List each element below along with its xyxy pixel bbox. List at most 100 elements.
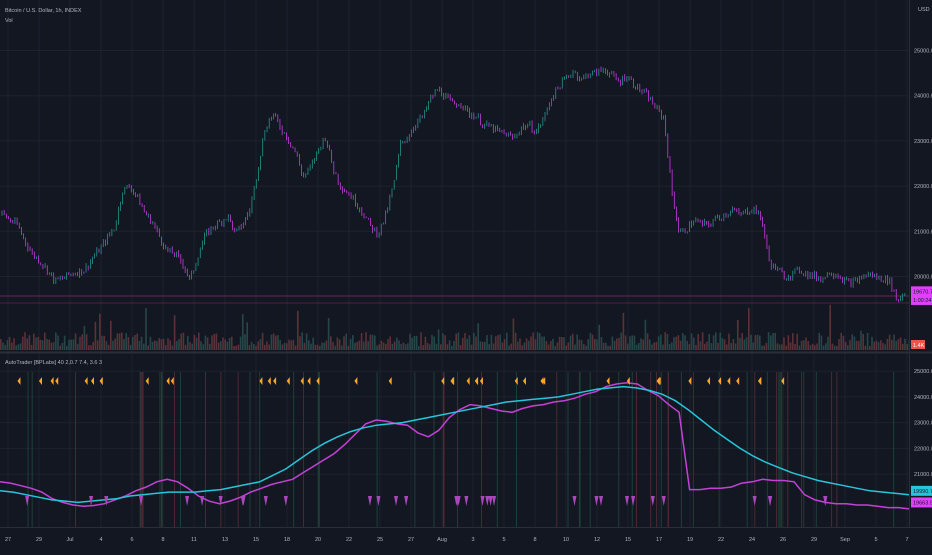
volume-bar	[539, 333, 541, 350]
volume-legend[interactable]: Vol	[5, 18, 13, 24]
volume-bar	[875, 340, 878, 350]
volume-bar	[763, 345, 765, 350]
volume-bar	[244, 334, 246, 350]
volume-bar	[750, 334, 752, 350]
volume-bar	[547, 344, 550, 350]
volume-bar	[226, 341, 229, 350]
volume-bar	[589, 332, 592, 350]
volume-bar	[759, 335, 761, 350]
volume-bar	[776, 343, 779, 350]
volume-bar	[717, 342, 719, 350]
volume-bar	[728, 333, 730, 350]
volume-bar	[651, 344, 653, 350]
volume-bar	[807, 341, 809, 350]
volume-bar	[695, 345, 697, 350]
volume-bar	[838, 339, 840, 350]
volume-bar	[730, 343, 732, 350]
time-tick-label: 5	[874, 537, 877, 543]
volume-bar	[726, 344, 728, 350]
time-tick-label: 27	[408, 537, 414, 543]
volume-bar	[756, 334, 759, 350]
volume-bar	[833, 345, 836, 350]
volume-bar	[794, 343, 796, 350]
volume-bar	[767, 332, 770, 350]
volume-bar	[781, 344, 783, 350]
volume-bar	[217, 342, 220, 350]
volume-bar	[840, 332, 842, 350]
volume-bar	[501, 342, 504, 350]
volume-bar	[708, 334, 710, 350]
volume-bar	[770, 335, 772, 350]
volume-bar	[0, 339, 2, 350]
volume-bar	[893, 334, 895, 350]
volume-bar	[374, 335, 376, 350]
volume-bar	[147, 345, 149, 350]
volume-bar	[618, 337, 620, 350]
volume-bar	[85, 334, 88, 350]
volume-bar	[169, 340, 171, 350]
volume-bar	[869, 345, 871, 350]
volume-bar	[558, 336, 561, 350]
symbol-title[interactable]: Bitcoin / U.S. Dollar, 1h, INDEX	[5, 8, 82, 14]
volume-bar	[33, 333, 35, 350]
volume-bar	[583, 344, 585, 350]
volume-bar	[556, 342, 559, 350]
volume-bar	[464, 333, 466, 350]
volume-bar	[453, 341, 455, 350]
volume-bar	[312, 337, 314, 350]
volume-bar	[200, 341, 202, 350]
volume-bar	[734, 343, 737, 350]
volume-bar	[193, 334, 196, 350]
volume-bar	[39, 339, 42, 350]
volume-bar	[360, 333, 363, 350]
volume-bar	[684, 335, 686, 350]
indicator-title[interactable]: AutoTrader [BPLabs] 40 2,0.7 7.4, 3.6 3	[5, 360, 102, 366]
volume-bar	[598, 324, 600, 350]
volume-bar	[136, 333, 138, 350]
volume-bar	[574, 344, 576, 350]
volume-bar	[811, 343, 814, 350]
volume-bar	[862, 333, 864, 350]
volume-bar	[462, 337, 464, 350]
chart-canvas[interactable]: 25000.00 24000.00 23000.00 22000.00 21000.00…	[0, 0, 932, 550]
volume-bar	[19, 343, 22, 350]
volume-bar	[290, 340, 292, 350]
volume-bar	[409, 333, 411, 350]
volume-bar	[761, 345, 763, 350]
price-badge-label: 1:00:24	[913, 298, 931, 304]
volume-bar	[448, 340, 451, 350]
volume-bar	[248, 345, 251, 350]
volume-bar	[30, 344, 33, 350]
volume-bar	[732, 339, 735, 350]
volume-bar	[44, 332, 46, 350]
volume-bar	[829, 304, 831, 350]
chart-window[interactable]: 25000.00 24000.00 23000.00 22000.00 21000.00…	[0, 0, 932, 550]
volume-bar	[283, 342, 286, 350]
volume-bar	[572, 333, 574, 350]
axis-tick-label: 20000.00	[914, 274, 932, 280]
volume-bar	[629, 336, 631, 350]
volume-bar	[864, 345, 867, 350]
volume-bar	[129, 344, 132, 350]
volume-bar	[376, 345, 378, 350]
volume-bar	[882, 342, 884, 350]
volume-bar	[352, 335, 354, 350]
price-badge-label: 19990.72	[913, 489, 932, 495]
volume-bar	[499, 334, 501, 350]
volume-bar	[257, 341, 259, 350]
volume-bar	[15, 345, 17, 350]
volume-bar	[605, 342, 607, 350]
volume-bar	[176, 341, 178, 350]
volume-bar	[565, 345, 567, 350]
volume-bar	[825, 343, 827, 350]
volume-bar	[385, 343, 387, 350]
volume-bar	[215, 333, 218, 350]
volume-bar	[765, 342, 768, 350]
volume-bar	[624, 335, 627, 350]
volume-bar	[140, 336, 143, 350]
volume-bar	[96, 340, 99, 350]
volume-bar	[704, 343, 706, 350]
volume-bar	[902, 343, 904, 350]
volume-bar	[420, 332, 422, 350]
volume-bar	[46, 339, 48, 350]
